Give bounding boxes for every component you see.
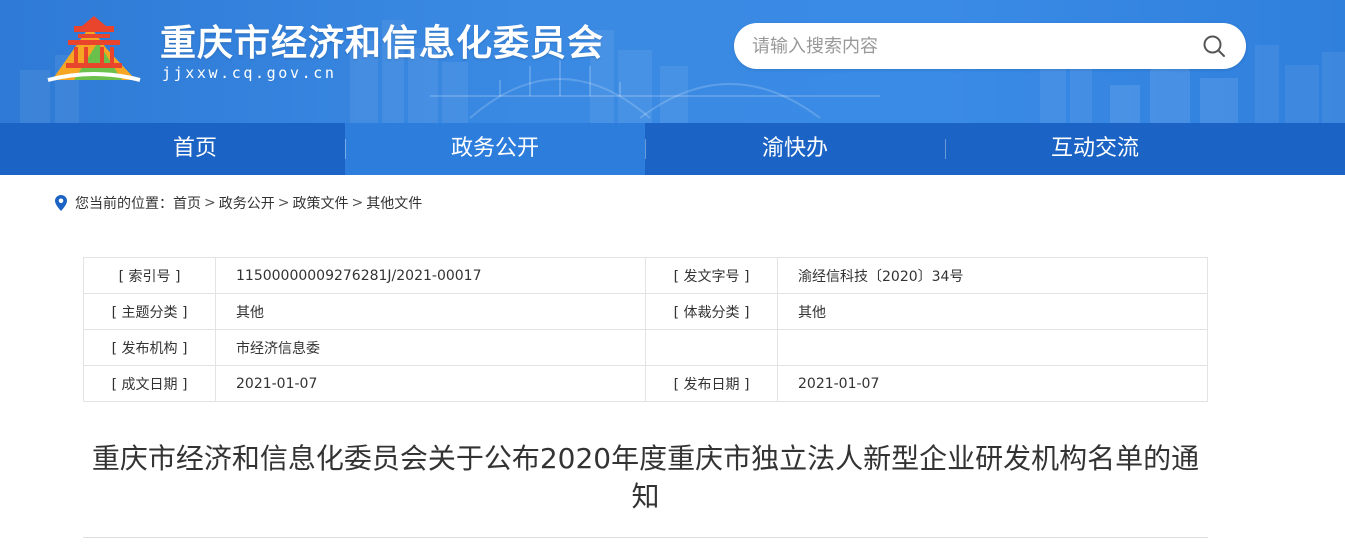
table-row: [ 索引号 ] 11500000009276281J/2021-00017 [ …: [83, 257, 1208, 294]
breadcrumb-government-affairs[interactable]: 政务公开: [219, 193, 275, 213]
nav-divider: [945, 139, 946, 159]
article-title: 重庆市经济和信息化委员会关于公布2020年度重庆市独立法人新型企业研发机构名单的…: [91, 442, 1200, 513]
empty-value-cell: [777, 329, 1208, 366]
table-row: [ 成文日期 ] 2021-01-07 [ 发布日期 ] 2021-01-07: [83, 365, 1208, 402]
breadcrumb-other-documents[interactable]: 其他文件: [366, 193, 422, 213]
index-number-label: [ 索引号 ]: [83, 257, 216, 294]
table-row: [ 发布机构 ] 市经济信息委: [83, 329, 1208, 366]
breadcrumb-prefix: 您当前的位置：: [75, 196, 173, 212]
site-title[interactable]: 重庆市经济和信息化委员会: [160, 14, 604, 66]
nav-item-government-affairs[interactable]: 政务公开: [345, 123, 645, 175]
main-nav: 首页 政务公开 渝快办 互动交流: [0, 123, 1345, 175]
breadcrumb: 您当前的位置： 首页 > 政务公开 > 政策文件 > 其他文件: [55, 192, 422, 214]
genre-category-value: 其他: [777, 293, 1208, 330]
nav-item-interaction[interactable]: 互动交流: [945, 123, 1245, 175]
site-domain: jjxxw.cq.gov.cn: [162, 64, 337, 82]
topic-category-label: [ 主题分类 ]: [83, 293, 216, 330]
document-number-label: [ 发文字号 ]: [645, 257, 778, 294]
written-date-value: 2021-01-07: [215, 365, 646, 402]
empty-label-cell: [645, 329, 778, 366]
nav-item-yu-kuai-ban[interactable]: 渝快办: [645, 123, 945, 175]
breadcrumb-home[interactable]: 首页: [173, 193, 201, 213]
nav-divider: [345, 139, 346, 159]
publish-date-value: 2021-01-07: [777, 365, 1208, 402]
document-number-value: 渝经信科技〔2020〕34号: [777, 257, 1208, 294]
title-divider: [83, 537, 1208, 538]
emblem-logo-icon: [47, 16, 141, 82]
publisher-label: [ 发布机构 ]: [83, 329, 216, 366]
publisher-value: 市经济信息委: [215, 329, 646, 366]
written-date-label: [ 成文日期 ]: [83, 365, 216, 402]
search-icon[interactable]: [1202, 34, 1226, 58]
breadcrumb-separator: >: [351, 195, 364, 211]
breadcrumb-separator: >: [277, 195, 290, 211]
index-number-value: 11500000009276281J/2021-00017: [215, 257, 646, 294]
location-pin-icon: [55, 195, 67, 211]
nav-item-home[interactable]: 首页: [45, 123, 345, 175]
nav-divider: [645, 139, 646, 159]
publish-date-label: [ 发布日期 ]: [645, 365, 778, 402]
genre-category-label: [ 体裁分类 ]: [645, 293, 778, 330]
table-row: [ 主题分类 ] 其他 [ 体裁分类 ] 其他: [83, 293, 1208, 330]
topic-category-value: 其他: [215, 293, 646, 330]
breadcrumb-separator: >: [204, 195, 216, 211]
document-info-table: [ 索引号 ] 11500000009276281J/2021-00017 [ …: [83, 257, 1208, 402]
header-banner: 重庆市经济和信息化委员会 jjxxw.cq.gov.cn: [0, 0, 1345, 123]
search-box: [734, 23, 1246, 69]
search-input[interactable]: [752, 23, 1192, 69]
breadcrumb-policy-documents[interactable]: 政策文件: [292, 193, 348, 213]
